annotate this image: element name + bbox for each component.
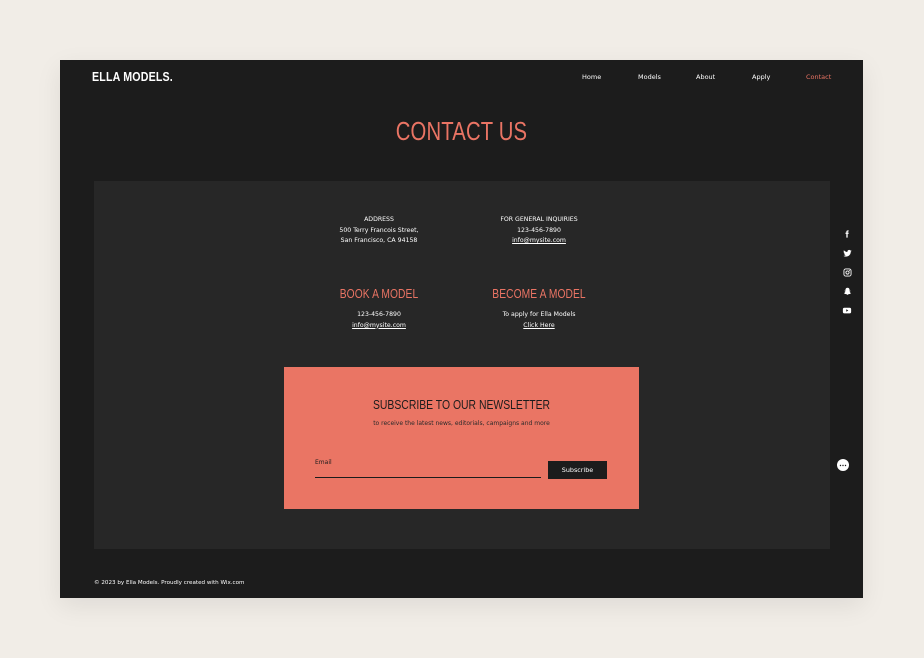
- address-heading: ADDRESS: [364, 216, 394, 223]
- address-line-2: San Francisco, CA 94158: [340, 237, 418, 245]
- newsletter-subtitle: to receive the latest news, editorials, …: [373, 420, 550, 427]
- snapchat-icon[interactable]: [841, 285, 853, 297]
- newsletter-box: SUBSCRIBE TO OUR NEWSLETTER to receive t…: [284, 367, 639, 509]
- email-underline: [315, 477, 541, 478]
- book-phone: 123-456-7890: [357, 311, 401, 318]
- email-input[interactable]: [315, 465, 541, 477]
- facebook-icon[interactable]: [841, 228, 853, 240]
- become-model-heading: BECOME A MODEL: [492, 287, 586, 301]
- subscribe-button[interactable]: Subscribe: [548, 461, 607, 479]
- address-block: ADDRESS 500 Terry Francois Street, San F…: [299, 215, 459, 247]
- youtube-icon[interactable]: [841, 304, 853, 316]
- twitter-icon[interactable]: [841, 247, 853, 259]
- instagram-icon[interactable]: [841, 266, 853, 278]
- nav-about[interactable]: About: [696, 73, 715, 81]
- inquiries-block: FOR GENERAL INQUIRIES 123-456-7890 info@…: [459, 215, 619, 247]
- footer-text: © 2023 by Ella Models. Proudly created w…: [94, 580, 245, 586]
- contact-panel: ADDRESS 500 Terry Francois Street, San F…: [94, 181, 830, 549]
- chat-icon[interactable]: [837, 459, 849, 471]
- inquiries-phone: 123-456-7890: [517, 226, 561, 234]
- page-title: CONTACT US: [395, 116, 528, 146]
- site-frame: ELLA MODELS. Home Models About Apply Con…: [60, 60, 863, 598]
- inquiries-email-link[interactable]: info@mysite.com: [459, 236, 619, 247]
- book-model-block: 123-456-7890 info@mysite.com: [299, 310, 459, 331]
- apply-click-here-link[interactable]: Click Here: [459, 321, 619, 332]
- book-email-link[interactable]: info@mysite.com: [299, 321, 459, 332]
- brand-logo[interactable]: ELLA MODELS.: [92, 69, 173, 84]
- nav-contact[interactable]: Contact: [806, 73, 831, 81]
- become-model-block: To apply for Ella Models Click Here: [459, 310, 619, 331]
- nav-models[interactable]: Models: [638, 73, 661, 81]
- newsletter-title: SUBSCRIBE TO OUR NEWSLETTER: [372, 397, 551, 412]
- nav-apply[interactable]: Apply: [752, 73, 770, 81]
- become-text: To apply for Ella Models: [502, 311, 576, 318]
- address-line-1: 500 Terry Francois Street,: [339, 226, 419, 234]
- nav-home[interactable]: Home: [582, 73, 601, 81]
- book-model-heading: BOOK A MODEL: [339, 287, 419, 301]
- inquiries-heading: FOR GENERAL INQUIRIES: [500, 216, 578, 223]
